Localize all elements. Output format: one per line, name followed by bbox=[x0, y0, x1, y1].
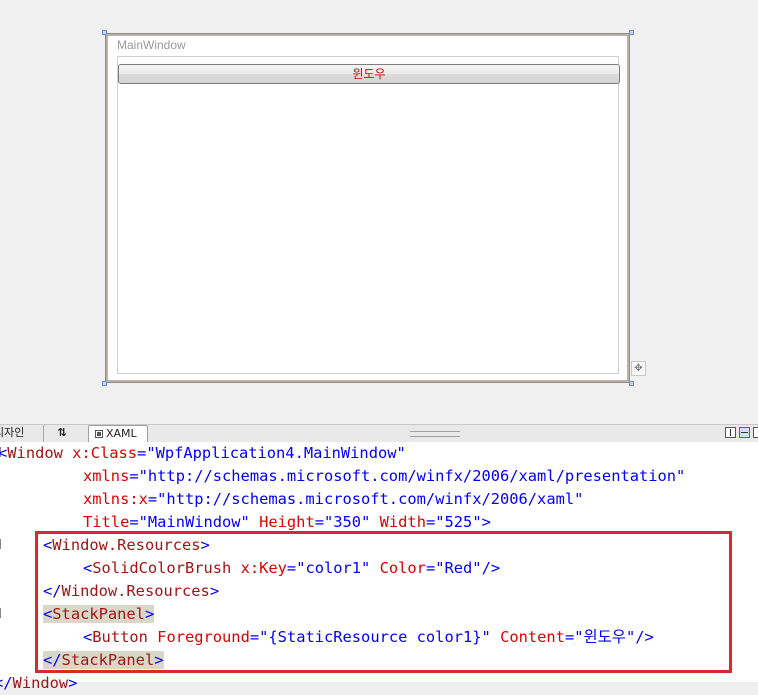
splitter-grip[interactable] bbox=[410, 431, 460, 437]
view-tabstrip: 디자인 ⇅ XAML bbox=[0, 424, 758, 442]
outline-marker[interactable] bbox=[0, 608, 4, 618]
code-line-2[interactable]: xmlns="http://schemas.microsoft.com/winf… bbox=[83, 465, 685, 488]
tab-xaml[interactable]: XAML bbox=[88, 425, 148, 442]
preview-button[interactable]: 윈도우 bbox=[118, 64, 620, 84]
gripper-icon[interactable]: ✥ bbox=[631, 361, 646, 376]
vertical-split-icon[interactable] bbox=[725, 427, 736, 438]
tab-xaml-label: XAML bbox=[106, 427, 137, 440]
xaml-icon bbox=[95, 430, 103, 438]
code-line-3[interactable]: xmlns:x="http://schemas.microsoft.com/wi… bbox=[83, 488, 583, 511]
outline-marker[interactable] bbox=[0, 539, 4, 549]
window-preview[interactable]: MainWindow 윈도우 bbox=[105, 33, 630, 383]
callout-highlight-box bbox=[35, 531, 732, 673]
designer-surface[interactable]: MainWindow 윈도우 ✥ bbox=[0, 0, 758, 424]
code-line-1[interactable]: <Window x:Class="WpfApplication4.MainWin… bbox=[0, 442, 406, 465]
tab-design[interactable]: 디자인 bbox=[0, 425, 44, 442]
resize-handle-bottom-left[interactable] bbox=[102, 381, 107, 386]
collapse-pane-icon[interactable] bbox=[753, 427, 758, 438]
code-line-11[interactable]: </Window> bbox=[0, 672, 77, 695]
resize-handle-top-right[interactable] bbox=[629, 30, 634, 35]
window-client-area[interactable]: 윈도우 bbox=[117, 56, 620, 374]
resize-handle-bottom-right[interactable] bbox=[629, 381, 634, 386]
window-title: MainWindow bbox=[117, 38, 186, 52]
resize-handle-top-left[interactable] bbox=[102, 30, 107, 35]
swap-panes-button[interactable]: ⇅ bbox=[52, 425, 72, 442]
horizontal-split-icon[interactable] bbox=[739, 427, 750, 438]
